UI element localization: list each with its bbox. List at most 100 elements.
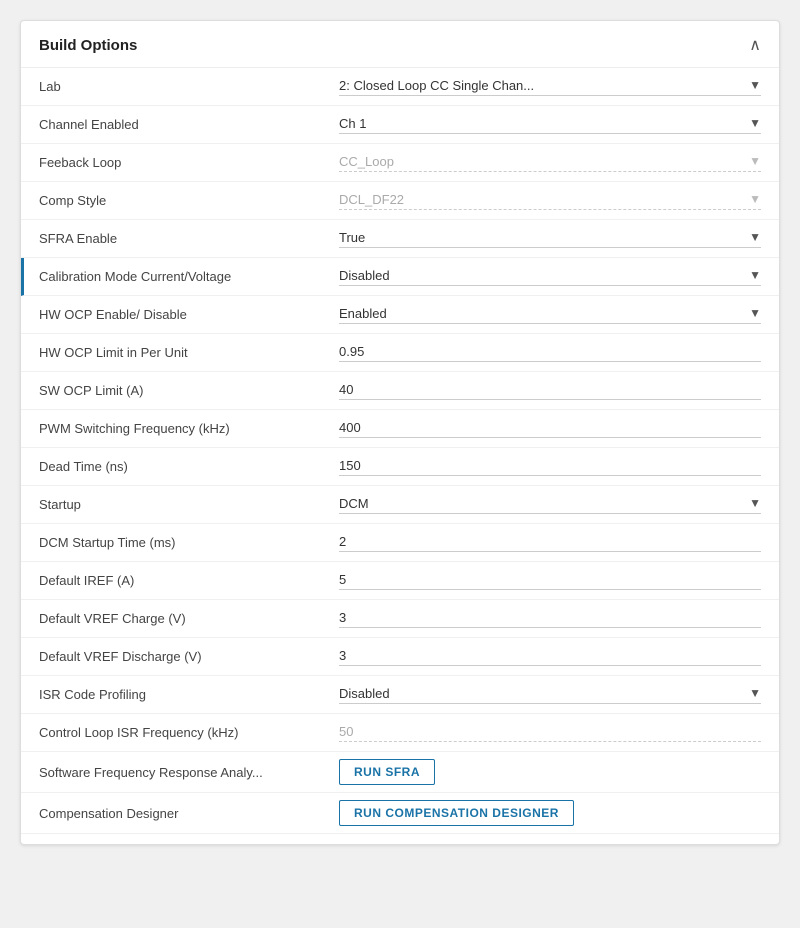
value-lab[interactable]: 2: Closed Loop CC Single Chan... ▼ xyxy=(339,78,761,96)
dropdown-comp-style[interactable]: DCL_DF22 ▼ xyxy=(339,192,761,210)
dropdown-hw-ocp-enable[interactable]: Enabled ▼ xyxy=(339,306,761,324)
dropdown-text-hw-ocp-enable: Enabled xyxy=(339,306,743,321)
value-channel-enabled[interactable]: Ch 1 ▼ xyxy=(339,116,761,134)
row-sfra-enable: SFRA EnableTrue ▼ xyxy=(21,220,779,258)
label-hw-ocp-enable: HW OCP Enable/ Disable xyxy=(39,307,339,322)
dropdown-feedback-loop[interactable]: CC_Loop ▼ xyxy=(339,154,761,172)
dropdown-text-startup: DCM xyxy=(339,496,743,511)
dropdown-isr-code-profiling[interactable]: Disabled ▼ xyxy=(339,686,761,704)
value-control-loop-isr[interactable]: 50 xyxy=(339,724,761,742)
dropdown-arrow-hw-ocp-enable: ▼ xyxy=(749,306,761,320)
label-channel-enabled: Channel Enabled xyxy=(39,117,339,132)
label-pwm-freq: PWM Switching Frequency (kHz) xyxy=(39,421,339,436)
dropdown-calibration-mode[interactable]: Disabled ▼ xyxy=(339,268,761,286)
row-control-loop-isr: Control Loop ISR Frequency (kHz)50 xyxy=(21,714,779,752)
dropdown-arrow-comp-style: ▼ xyxy=(749,192,761,206)
dropdown-text-calibration-mode: Disabled xyxy=(339,268,743,283)
input-dcm-startup-time[interactable]: 2 xyxy=(339,534,761,552)
value-default-iref[interactable]: 5 xyxy=(339,572,761,590)
value-comp-style[interactable]: DCL_DF22 ▼ xyxy=(339,192,761,210)
dropdown-arrow-calibration-mode: ▼ xyxy=(749,268,761,282)
row-dead-time: Dead Time (ns)150 xyxy=(21,448,779,486)
dropdown-arrow-channel-enabled: ▼ xyxy=(749,116,761,130)
value-isr-code-profiling[interactable]: Disabled ▼ xyxy=(339,686,761,704)
value-hw-ocp-limit[interactable]: 0.95 xyxy=(339,344,761,362)
build-options-panel: Build Options ∧ Lab2: Closed Loop CC Sin… xyxy=(20,20,780,845)
row-comp-style: Comp StyleDCL_DF22 ▼ xyxy=(21,182,779,220)
label-dcm-startup-time: DCM Startup Time (ms) xyxy=(39,535,339,550)
label-default-iref: Default IREF (A) xyxy=(39,573,339,588)
label-feedback-loop: Feeback Loop xyxy=(39,155,339,170)
label-hw-ocp-limit: HW OCP Limit in Per Unit xyxy=(39,345,339,360)
value-default-vref-charge[interactable]: 3 xyxy=(339,610,761,628)
label-default-vref-discharge: Default VREF Discharge (V) xyxy=(39,649,339,664)
value-dcm-startup-time[interactable]: 2 xyxy=(339,534,761,552)
row-default-vref-charge: Default VREF Charge (V)3 xyxy=(21,600,779,638)
dropdown-arrow-lab: ▼ xyxy=(749,78,761,92)
row-dcm-startup-time: DCM Startup Time (ms)2 xyxy=(21,524,779,562)
value-pwm-freq[interactable]: 400 xyxy=(339,420,761,438)
dropdown-arrow-feedback-loop: ▼ xyxy=(749,154,761,168)
row-hw-ocp-limit: HW OCP Limit in Per Unit0.95 xyxy=(21,334,779,372)
value-sw-ocp-limit[interactable]: 40 xyxy=(339,382,761,400)
value-feedback-loop[interactable]: CC_Loop ▼ xyxy=(339,154,761,172)
dropdown-text-comp-style: DCL_DF22 xyxy=(339,192,743,207)
dropdown-arrow-startup: ▼ xyxy=(749,496,761,510)
label-lab: Lab xyxy=(39,79,339,94)
input-control-loop-isr: 50 xyxy=(339,724,761,742)
row-isr-code-profiling: ISR Code ProfilingDisabled ▼ xyxy=(21,676,779,714)
row-lab: Lab2: Closed Loop CC Single Chan... ▼ xyxy=(21,68,779,106)
value-hw-ocp-enable[interactable]: Enabled ▼ xyxy=(339,306,761,324)
input-default-iref[interactable]: 5 xyxy=(339,572,761,590)
collapse-icon[interactable]: ∧ xyxy=(749,35,761,55)
value-default-vref-discharge[interactable]: 3 xyxy=(339,648,761,666)
row-comp-designer: Compensation DesignerRUN COMPENSATION DE… xyxy=(21,793,779,834)
row-startup: StartupDCM ▼ xyxy=(21,486,779,524)
row-calibration-mode: Calibration Mode Current/VoltageDisabled… xyxy=(21,258,779,296)
dropdown-text-channel-enabled: Ch 1 xyxy=(339,116,743,131)
label-comp-style: Comp Style xyxy=(39,193,339,208)
dropdown-text-lab: 2: Closed Loop CC Single Chan... xyxy=(339,78,743,93)
value-sfra-enable[interactable]: True ▼ xyxy=(339,230,761,248)
button-comp-designer[interactable]: RUN COMPENSATION DESIGNER xyxy=(339,800,574,826)
input-default-vref-discharge[interactable]: 3 xyxy=(339,648,761,666)
button-sfra-run[interactable]: RUN SFRA xyxy=(339,759,435,785)
input-dead-time[interactable]: 150 xyxy=(339,458,761,476)
label-sfra-enable: SFRA Enable xyxy=(39,231,339,246)
input-sw-ocp-limit[interactable]: 40 xyxy=(339,382,761,400)
dropdown-arrow-sfra-enable: ▼ xyxy=(749,230,761,244)
label-comp-designer: Compensation Designer xyxy=(39,806,339,821)
label-isr-code-profiling: ISR Code Profiling xyxy=(39,687,339,702)
rows-container: Lab2: Closed Loop CC Single Chan...▼Chan… xyxy=(21,68,779,844)
label-calibration-mode: Calibration Mode Current/Voltage xyxy=(39,269,339,284)
value-comp-designer: RUN COMPENSATION DESIGNER xyxy=(339,800,761,826)
value-dead-time[interactable]: 150 xyxy=(339,458,761,476)
row-hw-ocp-enable: HW OCP Enable/ DisableEnabled ▼ xyxy=(21,296,779,334)
dropdown-arrow-isr-code-profiling: ▼ xyxy=(749,686,761,700)
dropdown-text-feedback-loop: CC_Loop xyxy=(339,154,743,169)
panel-header: Build Options ∧ xyxy=(21,21,779,68)
value-sfra-run: RUN SFRA xyxy=(339,759,761,785)
input-hw-ocp-limit[interactable]: 0.95 xyxy=(339,344,761,362)
row-channel-enabled: Channel EnabledCh 1 ▼ xyxy=(21,106,779,144)
row-sfra-run: Software Frequency Response Analy...RUN … xyxy=(21,752,779,793)
dropdown-sfra-enable[interactable]: True ▼ xyxy=(339,230,761,248)
value-startup[interactable]: DCM ▼ xyxy=(339,496,761,514)
row-default-iref: Default IREF (A)5 xyxy=(21,562,779,600)
label-startup: Startup xyxy=(39,497,339,512)
label-sfra-run: Software Frequency Response Analy... xyxy=(39,765,339,780)
row-default-vref-discharge: Default VREF Discharge (V)3 xyxy=(21,638,779,676)
dropdown-channel-enabled[interactable]: Ch 1 ▼ xyxy=(339,116,761,134)
dropdown-startup[interactable]: DCM ▼ xyxy=(339,496,761,514)
label-control-loop-isr: Control Loop ISR Frequency (kHz) xyxy=(39,725,339,740)
value-calibration-mode[interactable]: Disabled ▼ xyxy=(339,268,761,286)
input-default-vref-charge[interactable]: 3 xyxy=(339,610,761,628)
label-default-vref-charge: Default VREF Charge (V) xyxy=(39,611,339,626)
input-pwm-freq[interactable]: 400 xyxy=(339,420,761,438)
dropdown-text-sfra-enable: True xyxy=(339,230,743,245)
label-sw-ocp-limit: SW OCP Limit (A) xyxy=(39,383,339,398)
row-pwm-freq: PWM Switching Frequency (kHz)400 xyxy=(21,410,779,448)
label-dead-time: Dead Time (ns) xyxy=(39,459,339,474)
dropdown-text-isr-code-profiling: Disabled xyxy=(339,686,743,701)
dropdown-lab[interactable]: 2: Closed Loop CC Single Chan... ▼ xyxy=(339,78,761,96)
